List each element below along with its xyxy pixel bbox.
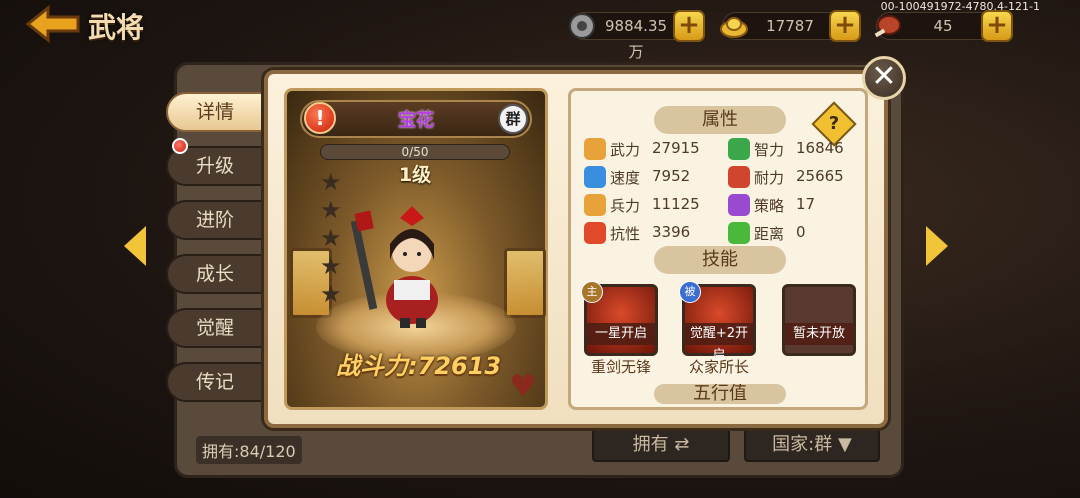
owned-count: 拥有:84/120 xyxy=(196,436,302,464)
top-bar: 武将 9884.35万 + 17787 + 45 + 00-100491972-… xyxy=(0,0,1080,61)
skill-slot[interactable]: 主 一星开启 xyxy=(581,281,658,356)
stat-value: 27915 xyxy=(652,139,700,157)
skill-unlock-banner: 暂未开放 xyxy=(785,323,853,345)
close-button[interactable]: ✕ xyxy=(862,56,906,100)
gold-resource: 17787 + xyxy=(720,10,861,42)
previous-hero-arrow-icon[interactable] xyxy=(124,226,146,266)
lantern-right-icon xyxy=(504,248,546,318)
tab-advance[interactable]: 进阶 xyxy=(166,200,266,240)
stat-value: 17 xyxy=(796,195,816,213)
stat-value: 16846 xyxy=(796,139,844,157)
sort-owned-button[interactable]: 拥有 ⇄ xyxy=(592,428,730,462)
version-text: 00-100491972-4780.4-121-1 xyxy=(880,0,1040,13)
coin-icon xyxy=(569,13,595,39)
food-resource: 45 + xyxy=(874,10,1013,42)
skill-slot[interactable]: 被 觉醒+2开启 xyxy=(679,281,756,363)
hero-level: 1级 xyxy=(398,164,432,186)
stat-label: 距离 xyxy=(754,225,785,243)
tab-biography[interactable]: 传记 xyxy=(166,362,266,402)
stat-label: 速度 xyxy=(610,169,641,187)
add-gold-button[interactable]: + xyxy=(829,10,861,42)
back-arrow-icon[interactable] xyxy=(24,4,82,44)
stat-label: 兵力 xyxy=(610,197,641,215)
shield-icon xyxy=(584,222,606,244)
page-title: 武将 xyxy=(88,11,145,44)
gold-ingot-icon xyxy=(720,17,748,38)
help-question-mark: ? xyxy=(828,113,840,134)
skill-unlock-banner: 一星开启 xyxy=(587,323,655,345)
star-icon: ★ xyxy=(320,224,342,252)
skill-type-badge: 主 xyxy=(581,281,603,303)
exp-text: 0/50 xyxy=(401,145,429,159)
skills-title: 技能 xyxy=(654,246,786,274)
stat-value: 7952 xyxy=(652,167,691,185)
tab-growth[interactable]: 成长 xyxy=(166,254,266,294)
stat-label: 智力 xyxy=(754,141,785,159)
stat-value: 11125 xyxy=(652,195,700,213)
add-food-button[interactable]: + xyxy=(981,10,1013,42)
add-coin-button[interactable]: + xyxy=(673,10,705,42)
country-filter-dropdown[interactable]: 国家:群 ▼ xyxy=(744,428,880,462)
stat-label: 耐力 xyxy=(754,169,785,187)
notification-dot xyxy=(172,138,188,154)
leaf-icon xyxy=(728,138,750,160)
tab-details[interactable]: 详情 xyxy=(166,92,266,132)
attributes-title: 属性 xyxy=(654,106,786,134)
skill-slot-locked[interactable]: 暂未开放 xyxy=(782,284,856,356)
tab-awaken[interactable]: 觉醒 xyxy=(166,308,266,348)
coin-resource: 9884.35万 + xyxy=(569,10,705,61)
stat-label: 武力 xyxy=(610,141,641,159)
coin-value: 9884.35万 xyxy=(605,17,668,61)
next-hero-arrow-icon[interactable] xyxy=(926,226,948,266)
combat-power: 战斗力:72613 xyxy=(336,352,502,380)
faction-badge: 群 xyxy=(498,104,528,134)
stat-value: 3396 xyxy=(652,223,691,241)
stat-value: 25665 xyxy=(796,167,844,185)
star-icon: ★ xyxy=(320,196,342,224)
skill-name: 重剑无锋 xyxy=(590,358,651,376)
star-icon: ★ xyxy=(320,280,342,308)
fist-icon xyxy=(728,166,750,188)
sword-icon xyxy=(584,138,606,160)
scroll-icon xyxy=(728,194,750,216)
troops-icon xyxy=(584,194,606,216)
favorite-heart-icon[interactable]: ♥ xyxy=(506,372,540,402)
gold-value: 17787 xyxy=(766,17,814,35)
boot-icon xyxy=(584,166,606,188)
five-elements-title: 五行值 xyxy=(654,384,786,404)
stat-value: 0 xyxy=(796,223,806,241)
meat-icon xyxy=(874,15,901,38)
skill-name: 众家所长 xyxy=(688,358,749,376)
hero-character-icon xyxy=(350,206,438,328)
skill-unlock-banner: 觉醒+2开启 xyxy=(685,323,753,363)
range-icon xyxy=(728,222,750,244)
star-icon: ★ xyxy=(320,252,342,280)
stat-label: 策略 xyxy=(754,197,785,215)
star-icon: ★ xyxy=(320,168,342,196)
food-value: 45 xyxy=(933,17,953,35)
skill-type-badge: 被 xyxy=(679,281,701,303)
stat-label: 抗性 xyxy=(610,225,641,243)
